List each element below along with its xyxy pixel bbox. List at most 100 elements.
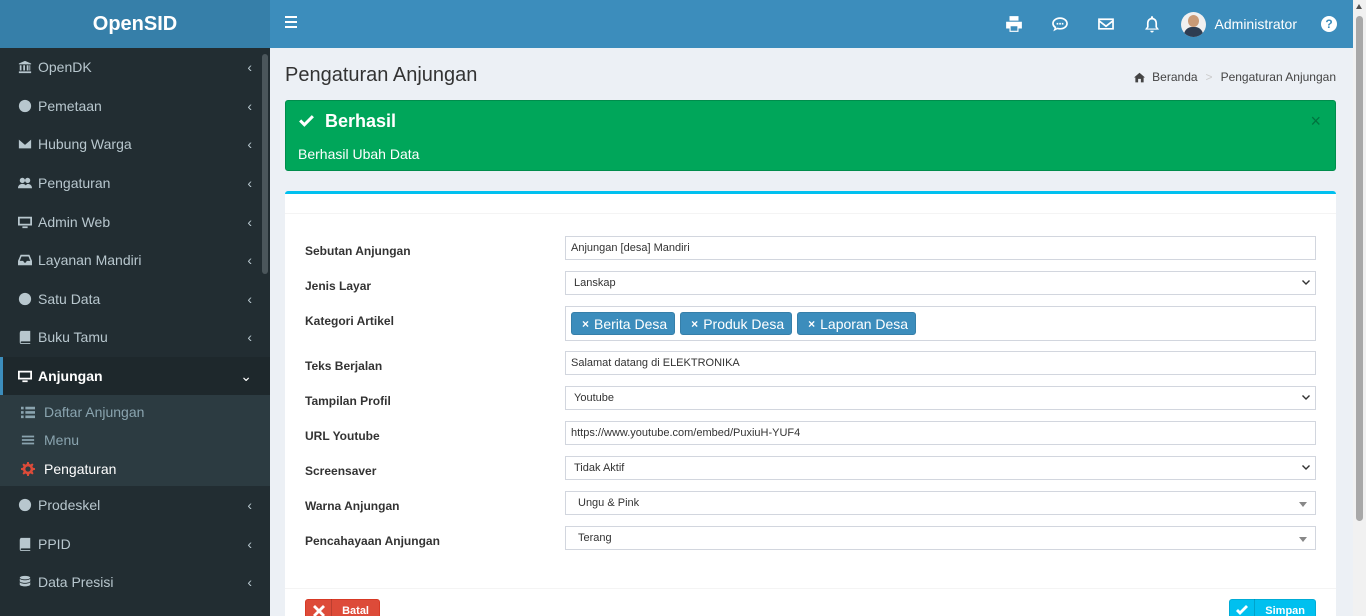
cancel-button-label: Batal <box>342 604 369 616</box>
box-footer: Batal Simpan <box>285 588 1336 616</box>
teks-berjalan-input[interactable]: Salamat datang di ELEKTRONIKA <box>565 351 1316 375</box>
sidebar-item-hubung-warga[interactable]: Hubung Warga ‹ <box>0 125 270 164</box>
chat-icon[interactable] <box>1037 0 1083 48</box>
cancel-button[interactable]: Batal <box>305 599 380 616</box>
book-icon <box>18 330 32 345</box>
page-scrollbar-thumb[interactable] <box>1356 16 1363 521</box>
chevron-left-icon: ‹ <box>247 59 252 76</box>
tag-remove-icon[interactable]: × <box>808 317 815 331</box>
tag-label: Berita Desa <box>594 315 668 332</box>
bank-icon <box>18 60 32 74</box>
teks-berjalan-label: Teks Berjalan <box>305 359 383 373</box>
sidebar-subitem-label: Daftar Anjungan <box>44 403 145 420</box>
breadcrumb-home[interactable]: Beranda <box>1152 70 1197 84</box>
sidebar-item-label: Pengaturan <box>38 175 111 192</box>
sidebar-item-opendk[interactable]: OpenDK ‹ <box>0 48 270 87</box>
chevron-down-icon: ⌄ <box>240 367 252 384</box>
warna-label: Warna Anjungan <box>305 499 400 513</box>
tag-remove-icon[interactable]: × <box>691 317 698 331</box>
avatar <box>1180 11 1206 37</box>
breadcrumb: Beranda > Pengaturan Anjungan <box>1134 70 1336 84</box>
desktop-icon <box>18 215 32 229</box>
tag-remove-icon[interactable]: × <box>582 317 589 331</box>
screensaver-select[interactable]: Tidak Aktif <box>565 456 1316 480</box>
sidebar-subitem-label: Pengaturan <box>44 460 117 477</box>
sidebar-item-label: Prodeskel <box>38 497 101 514</box>
box-header <box>285 194 1336 214</box>
sidebar-item-label: Buku Tamu <box>38 329 108 346</box>
sidebar-item-buku-tamu[interactable]: Buku Tamu ‹ <box>0 318 270 357</box>
jenis-layar-value: Lanskap <box>574 277 616 289</box>
kategori-tags-input[interactable]: × Berita Desa × Produk Desa × Laporan Desa <box>565 306 1316 341</box>
page-scrollbar[interactable] <box>1353 0 1366 616</box>
sidebar-item-pengaturan[interactable]: Pengaturan ‹ <box>0 164 270 203</box>
globe-icon <box>18 498 32 512</box>
sidebar-item-label: OpenDK <box>38 59 92 76</box>
pencahayaan-label: Pencahayaan Anjungan <box>305 534 440 548</box>
alert-message: Berhasil Ubah Data <box>298 146 420 162</box>
sidebar-item-label: Admin Web <box>38 213 111 230</box>
sidebar-subitem-menu[interactable]: Menu <box>0 426 270 455</box>
success-alert: Berhasil Berhasil Ubah Data × <box>285 100 1336 171</box>
sidebar-subitem-label: Menu <box>44 432 80 449</box>
check-icon <box>1230 599 1256 616</box>
sidebar-item-pemetaan[interactable]: Pemetaan ‹ <box>0 87 270 126</box>
warna-select[interactable]: Ungu & Pink <box>565 491 1316 515</box>
sidebar-item-label: PPID <box>38 535 71 552</box>
sidebar-item-prodeskel[interactable]: Prodeskel ‹ <box>0 486 270 525</box>
help-icon[interactable]: ? <box>1321 16 1337 32</box>
chevron-down-icon <box>1301 463 1311 473</box>
settings-form-box: Sebutan Anjungan Anjungan [desa] Mandiri… <box>285 191 1336 616</box>
top-navbar: Administrator ? <box>270 0 1353 48</box>
users-icon <box>18 176 32 190</box>
chevron-left-icon: ‹ <box>247 497 252 514</box>
tag-label: Laporan Desa <box>820 315 909 332</box>
check-icon <box>299 115 314 127</box>
scroll-up-arrow-icon[interactable] <box>1356 4 1362 9</box>
mail-icon[interactable] <box>1083 0 1129 48</box>
jenis-layar-label: Jenis Layar <box>305 279 372 293</box>
screensaver-value: Tidak Aktif <box>574 462 625 474</box>
gear-icon <box>20 461 36 476</box>
jenis-layar-select[interactable]: Lanskap <box>565 271 1316 295</box>
user-menu[interactable]: Administrator <box>1175 11 1311 37</box>
save-button[interactable]: Simpan <box>1229 599 1316 616</box>
save-button-label: Simpan <box>1265 604 1305 616</box>
breadcrumb-current: Pengaturan Anjungan <box>1220 70 1336 84</box>
chevron-down-icon <box>1301 393 1311 403</box>
inbox-icon <box>18 253 32 267</box>
sebutan-input[interactable]: Anjungan [desa] Mandiri <box>565 236 1316 260</box>
screensaver-label: Screensaver <box>305 464 377 478</box>
sidebar-item-data-presisi[interactable]: Data Presisi ‹ <box>0 563 270 602</box>
sidebar-toggle-icon[interactable] <box>285 16 297 30</box>
sidebar-item-satu-data[interactable]: Satu Data ‹ <box>0 280 270 319</box>
database-icon <box>18 575 32 589</box>
url-youtube-label: URL Youtube <box>305 429 380 443</box>
print-icon[interactable] <box>991 0 1037 48</box>
caret-down-icon <box>1299 537 1307 542</box>
envelope-icon <box>18 137 32 151</box>
navbar-icons: Administrator ? <box>991 0 1353 48</box>
user-name: Administrator <box>1214 16 1297 32</box>
sidebar-item-label: Layanan Mandiri <box>38 252 142 269</box>
sidebar-subitem-daftar-anjungan[interactable]: Daftar Anjungan <box>0 397 270 426</box>
app-logo[interactable]: OpenSID <box>0 0 270 48</box>
bell-icon[interactable] <box>1129 0 1175 48</box>
globe-icon <box>18 99 32 113</box>
sidebar-item-ppid[interactable]: PPID ‹ <box>0 524 270 563</box>
sidebar-item-layanan-mandiri[interactable]: Layanan Mandiri ‹ <box>0 241 270 280</box>
sidebar-item-admin-web[interactable]: Admin Web ‹ <box>0 202 270 241</box>
home-icon <box>1134 72 1146 82</box>
url-youtube-input[interactable]: https://www.youtube.com/embed/PuxiuH-YUF… <box>565 421 1316 445</box>
tampilan-profil-select[interactable]: Youtube <box>565 386 1316 410</box>
list-icon <box>20 405 36 419</box>
book-icon <box>18 537 32 551</box>
sidebar-subitem-pengaturan[interactable]: Pengaturan <box>0 454 270 483</box>
sidebar-item-label: Anjungan <box>38 368 103 385</box>
pencahayaan-select[interactable]: Terang <box>565 526 1316 550</box>
alert-close-button[interactable]: × <box>1310 111 1321 132</box>
sidebar-item-label: Satu Data <box>38 290 101 307</box>
chevron-left-icon: ‹ <box>247 535 252 552</box>
caret-down-icon <box>1299 502 1307 507</box>
sidebar-item-anjungan[interactable]: Anjungan ⌄ <box>0 356 270 396</box>
